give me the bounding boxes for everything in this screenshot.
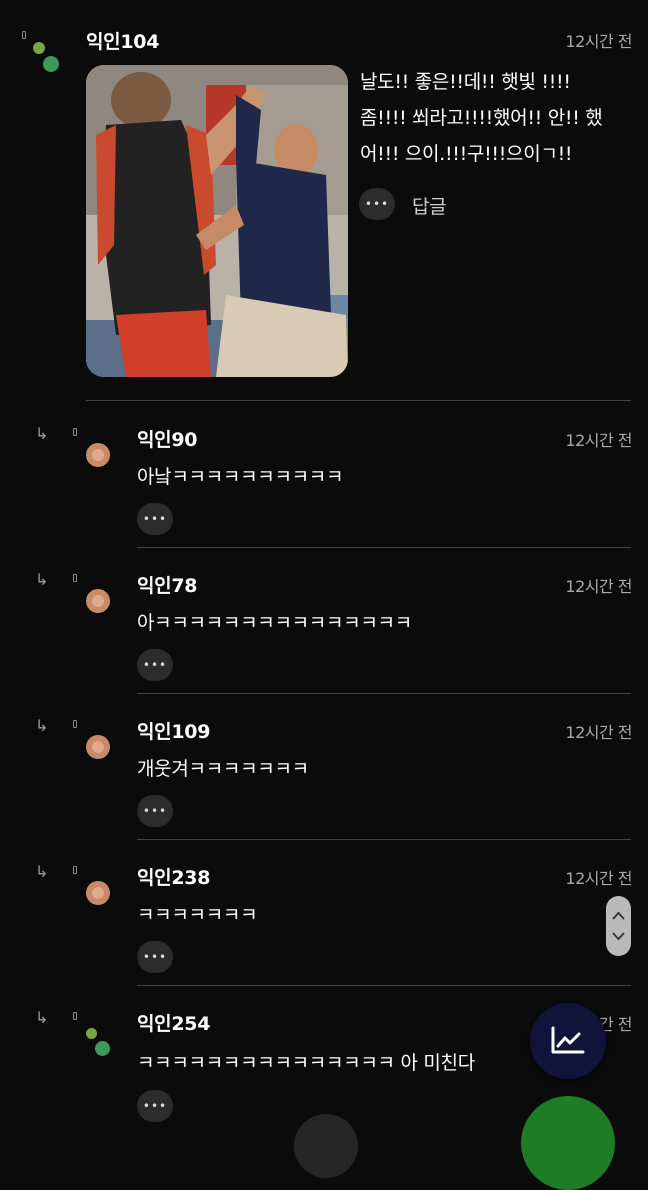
reply-arrow-icon: ↳ [35, 1008, 49, 1027]
avatar-dot-green [95, 1041, 110, 1056]
more-options-button[interactable]: ••• [137, 1090, 173, 1122]
reply-text: ㅋㅋㅋㅋㅋㅋㅋ [137, 904, 258, 926]
reply-author[interactable]: 익인238 [137, 863, 210, 890]
reply-text: ㅋㅋㅋㅋㅋㅋㅋㅋㅋㅋㅋㅋㅋㅋㅋ 아 미친다 [137, 1052, 475, 1074]
author-badge-icon [73, 720, 77, 728]
reply-time: 12시간 전 [565, 577, 632, 596]
reply-comment: ↳ 익인90 12시간 전 아낰ㅋㅋㅋㅋㅋㅋㅋㅋㅋㅋ ••• [0, 402, 648, 548]
reply-arrow-icon: ↳ [35, 424, 49, 443]
reply-author[interactable]: 익인90 [137, 425, 198, 452]
green-dots-avatar [30, 40, 62, 74]
more-options-icon: ••• [142, 804, 168, 818]
scroll-up-down-icon[interactable] [606, 896, 631, 956]
reply-author[interactable]: 익인254 [137, 1009, 210, 1036]
reply-author[interactable]: 익인78 [137, 571, 198, 598]
bottom-circle-button[interactable] [294, 1114, 358, 1178]
reply-time: 12시간 전 [565, 431, 632, 450]
comment-time: 12시간 전 [565, 32, 632, 51]
photo-illustration [86, 65, 348, 377]
peach-avatar[interactable] [86, 443, 110, 467]
green-dots-avatar[interactable] [84, 1026, 114, 1058]
more-options-icon: ••• [142, 512, 168, 526]
reply-arrow-icon: ↳ [35, 570, 49, 589]
comment-author[interactable]: 익인104 [86, 27, 159, 54]
author-badge-icon [73, 1012, 77, 1020]
reply-comment: ↳ 익인238 12시간 전 ㅋㅋㅋㅋㅋㅋㅋ ••• [0, 840, 648, 986]
peach-avatar[interactable] [86, 589, 110, 613]
more-options-button[interactable]: ••• [137, 941, 173, 973]
more-options-icon: ••• [142, 658, 168, 672]
more-options-button[interactable]: ••• [137, 649, 173, 681]
avatar-dot-olive [33, 42, 45, 54]
reply-button[interactable]: 답글 [412, 192, 447, 219]
reply-text: 아낰ㅋㅋㅋㅋㅋㅋㅋㅋㅋㅋ [137, 466, 344, 488]
scroll-chevrons [612, 911, 625, 941]
more-options-button[interactable]: ••• [137, 795, 173, 827]
reply-comment: ↳ 익인109 12시간 전 개웃겨ㅋㅋㅋㅋㅋㅋㅋ ••• [0, 694, 648, 840]
comment-divider [86, 400, 631, 401]
peach-avatar[interactable] [86, 881, 110, 905]
main-comment: 익인104 12시간 전 날도!! 좋은!!데!! 햇빛 !!!! 좀!!!! … [0, 0, 648, 402]
comment-text: 날도!! 좋은!!데!! 햇빛 !!!! 좀!!!! 쐬라고!!!!했어!! 안… [360, 64, 640, 172]
trending-chart-button[interactable] [530, 1003, 606, 1079]
reply-comment: ↳ 익인78 12시간 전 아ㅋㅋㅋㅋㅋㅋㅋㅋㅋㅋㅋㅋㅋㅋㅋ ••• [0, 548, 648, 694]
comment-text-line-2: 좀!!!! 쐬라고!!!!했어!! 안!! 했 [360, 107, 603, 129]
reply-time: 12시간 전 [565, 869, 632, 888]
reply-arrow-icon: ↳ [35, 862, 49, 881]
peach-avatar[interactable] [86, 735, 110, 759]
author-badge-icon [22, 31, 26, 39]
comment-text-line-1: 날도!! 좋은!!데!! 햇빛 !!!! [360, 71, 571, 93]
more-options-button[interactable]: ••• [359, 188, 395, 220]
reply-time: 12시간 전 [565, 723, 632, 742]
reply-arrow-icon: ↳ [35, 716, 49, 735]
more-options-icon: ••• [142, 950, 168, 964]
reply-author[interactable]: 익인109 [137, 717, 210, 744]
avatar-dot-olive [86, 1028, 97, 1039]
author-badge-icon [73, 574, 77, 582]
reply-text: 아ㅋㅋㅋㅋㅋㅋㅋㅋㅋㅋㅋㅋㅋㅋㅋ [137, 612, 412, 634]
reply-text: 개웃겨ㅋㅋㅋㅋㅋㅋㅋ [137, 758, 309, 780]
avatar-dot-green [43, 56, 59, 72]
more-options-button[interactable]: ••• [137, 503, 173, 535]
write-fab-button[interactable] [521, 1096, 615, 1190]
trending-chart-icon [551, 1026, 585, 1054]
author-badge-icon [73, 866, 77, 874]
comment-photo[interactable] [86, 65, 348, 377]
more-options-icon: ••• [364, 197, 390, 211]
more-options-icon: ••• [142, 1099, 168, 1113]
comment-text-line-3: 어!!! 으이.!!!구!!!으이ㄱ!! [360, 143, 573, 165]
author-badge-icon [73, 428, 77, 436]
